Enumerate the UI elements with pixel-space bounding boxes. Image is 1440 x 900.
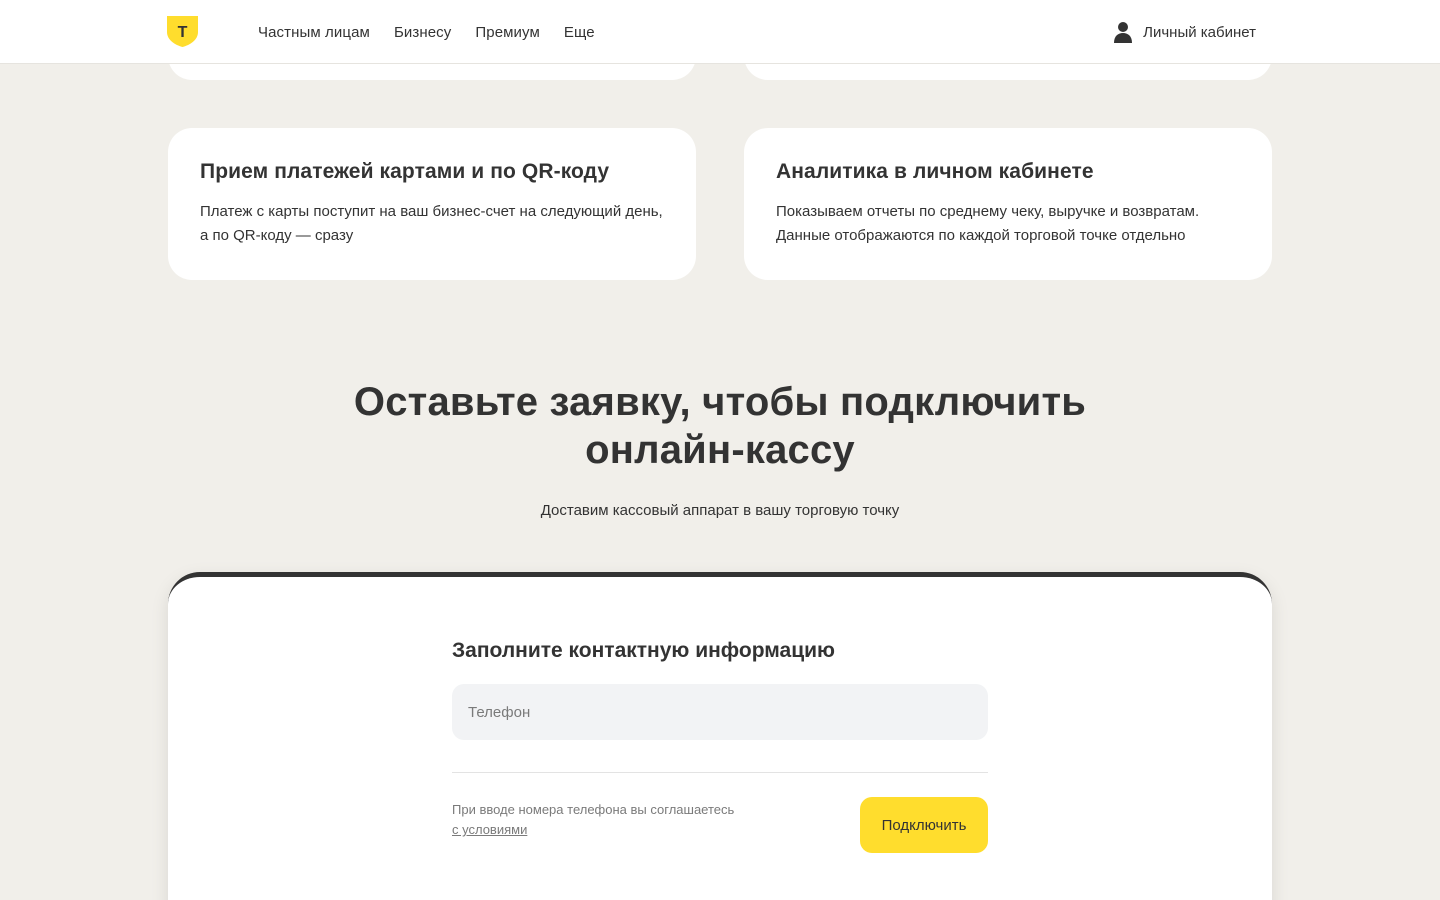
feature-text-line: Данные отображаются по каждой торговой т… — [776, 227, 1186, 244]
feature-text-line: а по QR-коду — сразу — [200, 227, 354, 244]
user-icon — [1114, 22, 1133, 43]
feature-card-analytics: Аналитика в личном кабинете Показываем о… — [744, 128, 1272, 280]
agreement-note: При вводе номера телефона вы соглашаетес… — [452, 800, 772, 840]
bank-logo-icon[interactable]: Т — [167, 16, 198, 47]
cabinet-label: Личный кабинет — [1143, 23, 1256, 41]
main-nav: Частным лицам Бизнесу Премиум Еще — [258, 0, 619, 64]
logo-letter: Т — [178, 24, 188, 41]
form-title: Заполните контактную информацию — [452, 639, 835, 662]
application-title-line: онлайн-кассу — [585, 428, 855, 472]
personal-cabinet-link[interactable]: Личный кабинет — [1113, 0, 1256, 64]
agreement-text: При вводе номера телефона вы соглашаетес… — [452, 802, 735, 817]
feature-text: Показываем отчеты по среднему чеку, выру… — [776, 200, 1240, 248]
page: Т Частным лицам Бизнесу Премиум Еще Личн… — [0, 0, 1440, 900]
feature-title: Прием платежей картами и по QR-коду — [200, 160, 610, 183]
nav-item-more[interactable]: Еще — [564, 24, 595, 41]
connect-button[interactable]: Подключить — [860, 797, 988, 853]
nav-item-premium[interactable]: Премиум — [475, 24, 540, 41]
feature-card-payments: Прием платежей картами и по QR-коду Плат… — [168, 128, 696, 280]
application-subtitle: Доставим кассовый аппарат в вашу торгову… — [540, 502, 900, 519]
feature-title: Аналитика в личном кабинете — [776, 160, 1094, 183]
feature-text-line: Платеж с карты поступит на ваш бизнес-сч… — [200, 203, 663, 220]
form-divider — [452, 772, 988, 773]
site-header: Т Частным лицам Бизнесу Премиум Еще Личн… — [0, 0, 1440, 64]
feature-text-line: Показываем отчеты по среднему чеку, выру… — [776, 203, 1200, 220]
phone-input[interactable] — [452, 684, 988, 740]
application-title-line: Оставьте заявку, чтобы подключить — [353, 380, 1087, 424]
application-form-card: Заполните контактную информацию При ввод… — [168, 572, 1272, 900]
feature-text: Платеж с карты поступит на ваш бизнес-сч… — [200, 200, 664, 248]
nav-item-business[interactable]: Бизнесу — [394, 24, 451, 41]
application-title: Оставьте заявку, чтобы подключить онлайн… — [0, 378, 1440, 474]
nav-item-private[interactable]: Частным лицам — [258, 24, 370, 41]
terms-link[interactable]: с условиями — [452, 822, 527, 837]
